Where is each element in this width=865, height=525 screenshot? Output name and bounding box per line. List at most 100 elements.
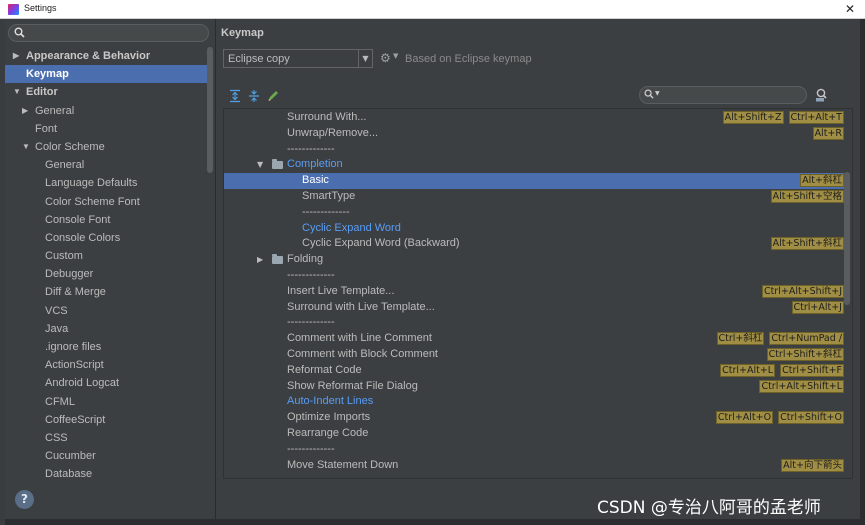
keymap-action-label: Unwrap/Remove...: [287, 126, 379, 139]
keymap-action-row[interactable]: Cyclic Expand Word (Backward) Alt+Shift+斜…: [224, 236, 844, 252]
keymap-action-row[interactable]: Comment with Line Comment Ctrl+斜杠 Ctrl+Num…: [224, 331, 844, 347]
actions-scrollbar[interactable]: [844, 172, 850, 305]
shortcut-badge: Alt+向下箭头: [781, 458, 844, 472]
chevron-down-icon[interactable]: ▼: [22, 138, 30, 156]
keymap-action-row[interactable]: -------------: [224, 315, 844, 331]
keymap-action-label: Surround with Live Template...: [287, 300, 435, 313]
sidebar-item[interactable]: Language Defaults: [5, 174, 213, 192]
chevron-right-icon[interactable]: ▶: [22, 102, 28, 120]
sidebar-item[interactable]: ▼ Color Scheme: [5, 138, 213, 156]
keymap-select-value: Eclipse copy: [228, 53, 290, 65]
keymap-action-label: -------------: [287, 269, 335, 281]
keymap-action-label: Comment with Line Comment: [287, 332, 432, 345]
sidebar-item[interactable]: Font: [5, 120, 213, 138]
find-by-shortcut-icon[interactable]: [815, 88, 829, 102]
sidebar-item[interactable]: Console Font: [5, 211, 213, 229]
keymap-action-label: -------------: [302, 205, 350, 218]
keymap-action-row[interactable]: -------------: [224, 442, 844, 458]
sidebar-item[interactable]: ▶ General: [5, 102, 213, 120]
sidebar-item[interactable]: Color Scheme Font: [5, 193, 213, 211]
sidebar-item[interactable]: Keymap: [5, 65, 213, 84]
sidebar-item[interactable]: Cucumber: [5, 447, 213, 465]
keymap-action-label: Optimize Imports: [287, 411, 371, 424]
keymap-action-row[interactable]: Auto-Indent Lines: [224, 394, 844, 410]
sidebar-item[interactable]: ▼ Editor: [5, 83, 213, 101]
keymap-action-label: Folding: [287, 253, 324, 266]
chevron-down-icon: ▼: [655, 90, 660, 97]
shortcut-badge: Ctrl+NumPad /: [769, 332, 844, 346]
keymap-action-row[interactable]: ▶ Folding: [224, 252, 844, 268]
keymap-action-label: Basic: [302, 174, 329, 187]
chevron-down-icon[interactable]: ▼: [257, 157, 263, 173]
based-on-label: Based on Eclipse keymap: [405, 53, 532, 65]
sidebar-item[interactable]: ▶ Appearance & Behavior: [5, 47, 213, 65]
keymap-action-row[interactable]: -------------: [224, 142, 844, 158]
shortcut-badge: Alt+斜杠: [800, 174, 844, 188]
keymap-action-row[interactable]: Surround with Live Template... Ctrl+Alt+J: [224, 300, 844, 316]
keymap-action-row[interactable]: Move Statement Down Alt+向下箭头: [224, 458, 844, 474]
keymap-action-row[interactable]: -------------: [224, 268, 844, 284]
search-icon: [14, 27, 25, 41]
keymap-action-label: Surround With...: [287, 111, 367, 123]
shortcut-list: Ctrl+斜杠 Ctrl+NumPad /: [716, 332, 844, 346]
shortcut-badge: Ctrl+Shift+F: [780, 363, 844, 377]
folder-icon: [272, 159, 283, 170]
sidebar-item[interactable]: CFML: [5, 393, 213, 411]
help-icon[interactable]: ?: [15, 490, 34, 509]
shortcut-list: Alt+斜杠: [800, 174, 844, 188]
keymap-action-row[interactable]: Comment with Block Comment Ctrl+Shift+斜杠: [224, 347, 844, 363]
keymap-action-row[interactable]: Basic Alt+斜杠: [224, 173, 844, 189]
sidebar-item-label: Appearance & Behavior: [26, 50, 151, 62]
sidebar-item[interactable]: Android Logcat: [5, 374, 213, 392]
shortcut-list: Alt+向下箭头: [781, 458, 844, 472]
close-icon[interactable]: ✕: [845, 2, 855, 16]
sidebar-item-label: Font: [35, 122, 58, 135]
sidebar-item[interactable]: .ignore files: [5, 338, 213, 356]
keymap-action-label: Reformat Code: [287, 363, 362, 376]
sidebar-item[interactable]: CoffeeScript: [5, 411, 213, 429]
chevron-down-icon[interactable]: ▼: [13, 83, 21, 101]
caret-down-icon[interactable]: ▼: [393, 52, 398, 60]
keymap-select[interactable]: Eclipse copy ▼: [223, 49, 373, 68]
sidebar-item-label: Debugger: [45, 268, 94, 281]
sidebar-item[interactable]: Diff & Merge: [5, 283, 213, 301]
collapse-all-icon[interactable]: [247, 89, 261, 103]
title-bar: Settings ✕: [0, 0, 865, 19]
settings-tree: ▶ Appearance & Behavior Keymap ▼ Editor ▶ Gene…: [5, 47, 213, 479]
sidebar-item-label: Java: [45, 322, 69, 335]
sidebar-scrollbar[interactable]: [207, 47, 213, 173]
sidebar-item[interactable]: General: [5, 156, 213, 174]
sidebar-item[interactable]: VCS: [5, 302, 213, 320]
keymap-action-row[interactable]: Reformat Code Ctrl+Alt+L Ctrl+Shift+F: [224, 363, 844, 379]
chevron-right-icon[interactable]: ▶: [257, 252, 263, 268]
sidebar-item[interactable]: CSS: [5, 429, 213, 447]
keymap-action-row[interactable]: Optimize Imports Ctrl+Alt+O Ctrl+Shift+O: [224, 410, 844, 426]
keymap-action-row[interactable]: Cyclic Expand Word: [224, 221, 844, 237]
sidebar-item[interactable]: Java: [5, 320, 213, 338]
keymap-action-label: Rearrange Code: [287, 427, 369, 439]
keymap-action-label: -------------: [287, 442, 335, 455]
edit-icon[interactable]: [266, 89, 280, 103]
sidebar-item[interactable]: ActionScript: [5, 356, 213, 374]
keymap-action-row[interactable]: SmartType Alt+Shift+空格: [224, 189, 844, 205]
keymap-action-row[interactable]: ▼ Completion: [224, 157, 844, 173]
keymap-action-row[interactable]: -------------: [224, 205, 844, 221]
keymap-action-row[interactable]: Unwrap/Remove... Alt+R: [224, 126, 844, 142]
keymap-action-row[interactable]: Rearrange Code: [224, 426, 844, 442]
sidebar-item-label: Color Scheme Font: [45, 195, 140, 208]
keymap-action-row[interactable]: Insert Live Template... Ctrl+Alt+Shift+J: [224, 284, 844, 300]
search-input[interactable]: [8, 24, 209, 42]
sidebar-item[interactable]: Console Colors: [5, 229, 213, 247]
shortcut-badge: Alt+Shift+Z: [722, 111, 784, 124]
expand-all-icon[interactable]: [228, 89, 242, 103]
sidebar-item[interactable]: Database: [5, 465, 213, 479]
gear-icon[interactable]: ⚙: [380, 51, 391, 65]
sidebar-item[interactable]: Custom: [5, 247, 213, 265]
sidebar-item[interactable]: Debugger: [5, 265, 213, 283]
filter-input[interactable]: ▼: [639, 86, 807, 104]
keymap-action-row[interactable]: Show Reformat File Dialog Ctrl+Alt+Shift+…: [224, 379, 844, 395]
chevron-right-icon[interactable]: ▶: [13, 47, 19, 65]
keymap-action-label: Insert Live Template...: [287, 284, 395, 297]
keymap-action-label: Show Reformat File Dialog: [287, 379, 418, 392]
keymap-action-row[interactable]: Surround With... Alt+Shift+Z Ctrl+Alt+T: [224, 110, 844, 126]
